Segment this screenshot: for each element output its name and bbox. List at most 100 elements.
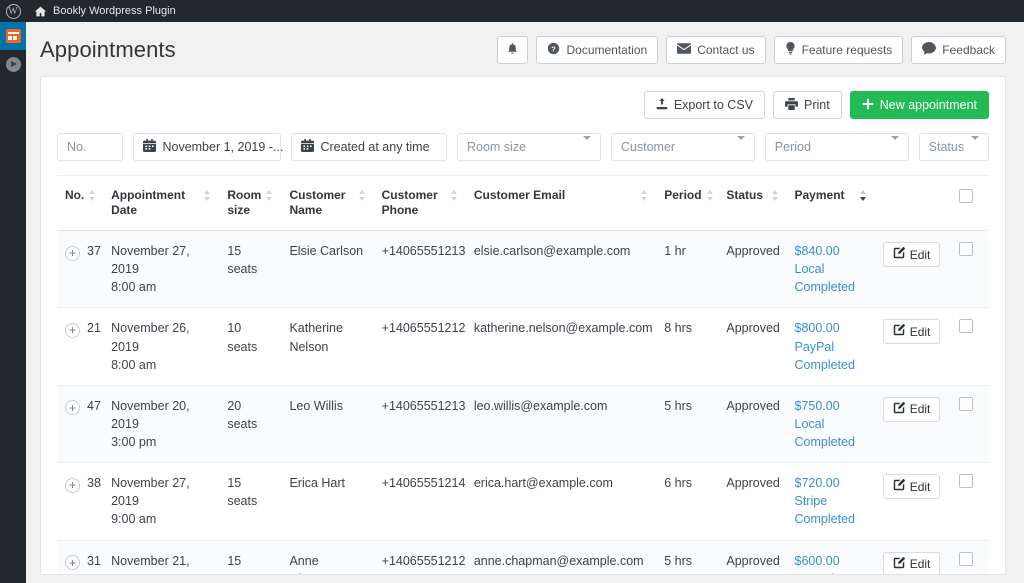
column-header-appointment-date[interactable]: Appointment Date [103, 175, 220, 231]
cell-no: +47 [57, 385, 104, 464]
row-checkbox[interactable] [958, 242, 973, 256]
created-at-value: Created at any time [320, 140, 430, 154]
expand-row-icon[interactable]: + [65, 477, 80, 493]
edit-button[interactable]: Edit [882, 551, 941, 574]
row-checkbox[interactable] [958, 551, 973, 566]
select-all-checkbox[interactable] [958, 189, 973, 203]
feedback-button[interactable]: Feedback [911, 36, 1006, 64]
room-size-filter[interactable]: Room size [456, 133, 601, 161]
site-name-link[interactable]: Bookly Wordpress Plugin [26, 5, 184, 18]
sort-icon [771, 190, 779, 205]
appointments-table-scroll[interactable]: No. Appointment Date Room size Customer … [57, 161, 989, 575]
cell-room-size: 15 seats [219, 462, 282, 541]
number-filter-input[interactable]: No. [57, 133, 124, 161]
column-header-no[interactable]: No. [57, 175, 104, 231]
sort-icon [265, 190, 273, 218]
table-row[interactable]: +38 November 27, 2019 9:00 am 15 seats Erica… [57, 462, 989, 541]
column-label: Period [664, 188, 702, 202]
cell-status: Approved [718, 540, 787, 574]
expand-row-icon[interactable]: + [65, 245, 80, 261]
created-at-filter[interactable]: Created at any time [291, 133, 447, 161]
row-checkbox[interactable] [958, 319, 973, 334]
cell-customer-name: Anne Chapman [281, 540, 374, 574]
table-row[interactable]: +47 November 20, 2019 3:00 pm 20 seats Leo W… [57, 385, 989, 464]
payment-link[interactable]: $750.00 Local Completed [795, 399, 855, 449]
edit-label: Edit [909, 479, 931, 494]
site-name-label: Bookly Wordpress Plugin [53, 5, 176, 17]
row-number: 38 [87, 476, 101, 491]
edit-button[interactable]: Edit [882, 396, 941, 422]
status-filter[interactable]: Status [918, 133, 989, 161]
notifications-button[interactable] [497, 36, 529, 64]
column-header-customer-phone[interactable]: Customer Phone [373, 175, 466, 231]
payment-link[interactable]: $600.00 PayPal Completed [795, 554, 855, 575]
status-filter-label: Status [928, 140, 965, 154]
cell-actions: Edit [874, 230, 951, 309]
edit-pencil-icon [893, 401, 905, 417]
cell-room-size: 20 seats [219, 385, 282, 464]
header-button-group: ? Documentation Contact us Feature reque… [497, 36, 1006, 64]
sort-icon [706, 190, 714, 205]
period-filter[interactable]: Period [764, 133, 909, 161]
customer-filter[interactable]: Customer [610, 133, 755, 161]
export-to-csv-button[interactable]: Export to CSV [643, 91, 766, 119]
cell-status: Approved [718, 230, 787, 309]
edit-label: Edit [909, 247, 931, 262]
column-header-status[interactable]: Status [718, 175, 787, 231]
edit-button[interactable]: Edit [882, 474, 941, 500]
cell-period: 5 hrs [656, 385, 719, 464]
cell-status: Approved [718, 307, 787, 386]
edit-button[interactable]: Edit [882, 319, 941, 345]
home-icon [34, 5, 47, 18]
question-circle-icon: ? [547, 42, 560, 58]
row-checkbox[interactable] [958, 396, 973, 411]
cell-customer-phone: +14065551213 [373, 230, 466, 309]
cell-customer-email: leo.willis@example.com [465, 385, 657, 464]
column-header-room-size[interactable]: Room size [219, 175, 282, 231]
wordpress-logo-button[interactable]: W [0, 3, 26, 19]
row-number: 31 [87, 553, 101, 568]
feature-requests-button[interactable]: Feature requests [773, 36, 904, 64]
column-header-customer-email[interactable]: Customer Email [465, 175, 657, 231]
cell-no: +37 [57, 230, 104, 309]
column-header-period[interactable]: Period [656, 175, 719, 231]
cell-appointment-date: November 26, 2019 8:00 am [103, 307, 220, 386]
column-header-customer-name[interactable]: Customer Name [281, 175, 374, 231]
date-range-filter[interactable]: November 1, 2019 -... [133, 133, 283, 161]
table-row[interactable]: +31November 21, 201912:00 pm15 seatsAnne… [57, 540, 989, 575]
cell-select [950, 230, 989, 309]
cell-period: 5 hrs [656, 540, 719, 574]
sort-icon [88, 190, 96, 205]
expand-row-icon[interactable]: + [65, 400, 80, 416]
expand-row-icon[interactable]: + [65, 322, 80, 338]
edit-pencil-icon [893, 247, 905, 262]
contact-us-button[interactable]: Contact us [666, 36, 766, 64]
table-toolbar: Export to CSV Print New appointment [57, 91, 989, 119]
cell-payment: $840.00 Local Completed [786, 230, 875, 309]
print-button[interactable]: Print [773, 91, 842, 119]
sidebar-item-bookly[interactable] [0, 22, 32, 50]
cell-appointment-date: November 27, 2019 8:00 am [103, 230, 220, 309]
table-row[interactable]: +37 November 27, 2019 8:00 am 15 seats Elsie… [57, 230, 989, 309]
expand-row-icon[interactable]: + [65, 555, 80, 570]
cell-select [950, 540, 989, 574]
table-header-row: No. Appointment Date Room size Customer … [57, 175, 989, 231]
cell-period: 8 hrs [656, 307, 719, 386]
column-header-payment[interactable]: Payment [786, 175, 875, 231]
contact-us-label: Contact us [697, 43, 755, 57]
payment-link[interactable]: $800.00 PayPal Completed [795, 321, 855, 371]
export-to-csv-label: Export to CSV [673, 98, 754, 112]
cell-select [950, 462, 989, 541]
documentation-button[interactable]: ? Documentation [536, 36, 659, 64]
payment-link[interactable]: $840.00 Local Completed [795, 244, 855, 294]
sidebar-item-media[interactable] [0, 50, 26, 78]
row-checkbox[interactable] [958, 474, 973, 489]
new-appointment-button[interactable]: New appointment [849, 91, 989, 119]
column-header-select-all[interactable] [950, 175, 989, 231]
print-label: Print [804, 98, 830, 112]
edit-button[interactable]: Edit [882, 242, 941, 267]
table-row[interactable]: +21 November 26, 2019 8:00 am 10 seats Kathe… [57, 307, 989, 386]
documentation-label: Documentation [566, 43, 648, 57]
payment-link[interactable]: $720.00 Stripe Completed [795, 476, 855, 526]
cell-period: 1 hr [656, 230, 719, 309]
